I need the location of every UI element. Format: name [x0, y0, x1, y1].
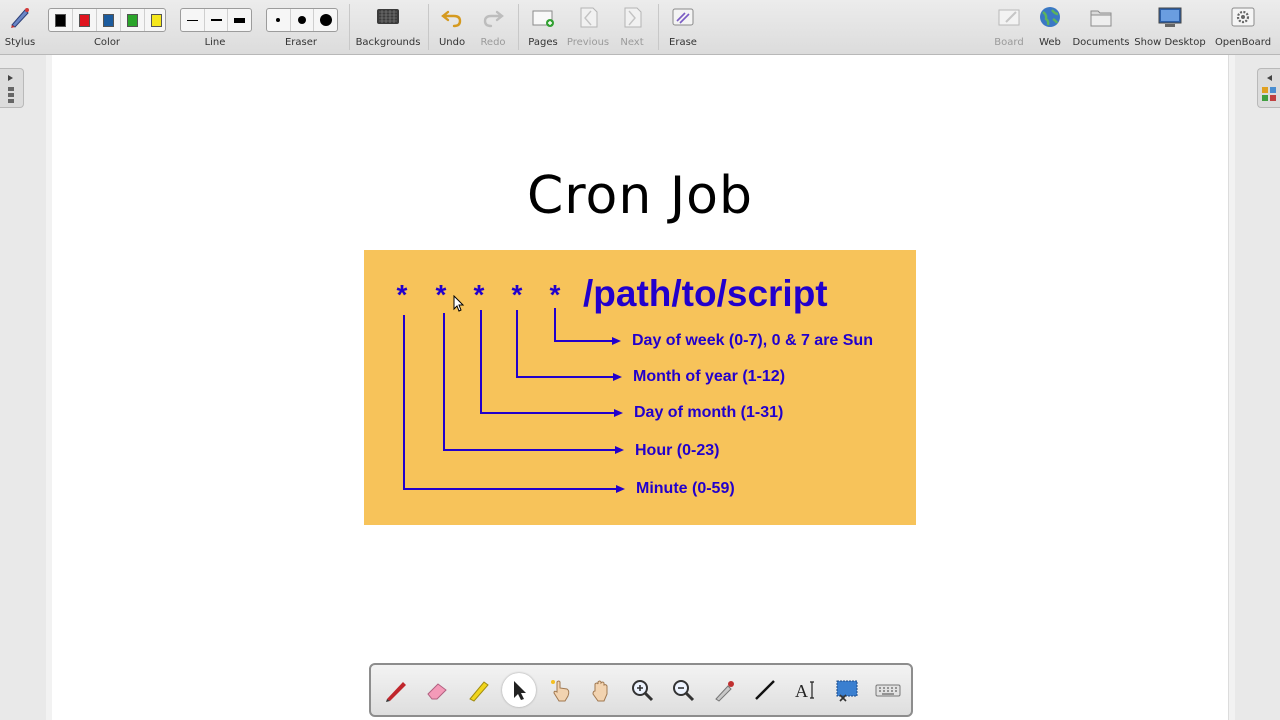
- web-label: Web: [1039, 37, 1061, 48]
- board-label: Board: [994, 37, 1024, 48]
- previous-label: Previous: [566, 37, 610, 48]
- show-desktop-label: Show Desktop: [1134, 37, 1206, 48]
- keyboard-tool-button[interactable]: [871, 673, 905, 707]
- eraser-icon: [427, 683, 447, 700]
- selector-tool-button[interactable]: [502, 673, 536, 707]
- next-button[interactable]: Next: [614, 2, 650, 52]
- globe-icon: [1040, 7, 1060, 27]
- undo-label: Undo: [438, 37, 466, 48]
- stylus-label: Stylus: [4, 37, 36, 48]
- selector-icon: [514, 681, 526, 700]
- field-day-of-week: Day of week (0-7), 0 & 7 are Sun: [632, 332, 873, 349]
- connector-lines: [403, 308, 620, 490]
- line-label: Line: [204, 37, 226, 48]
- color-group: Color: [80, 2, 134, 52]
- top-toolbar: Stylus Color Line Eraser Backgrounds Und…: [0, 0, 1280, 55]
- right-palette-toggle[interactable]: [1257, 68, 1280, 108]
- cron-syntax-diagram: * * * * * /path/to/script Day of week (0…: [364, 250, 916, 525]
- screen-capture-tool-button[interactable]: [830, 673, 864, 707]
- text-tool-button[interactable]: A: [789, 673, 823, 707]
- openboard-menu-button[interactable]: OpenBoard: [1209, 2, 1277, 52]
- pen-icon: [386, 682, 406, 702]
- redo-icon: [483, 10, 504, 28]
- zoom-out-icon: [673, 680, 695, 702]
- pen-tool-button[interactable]: [379, 673, 413, 707]
- pages-panel-icon: [8, 75, 14, 103]
- board-button[interactable]: Board: [991, 2, 1027, 52]
- field-hour: Hour (0-23): [635, 442, 719, 459]
- cron-diagram-graphic: * * * * * /path/to/script Day of week (0…: [397, 273, 873, 497]
- mouse-cursor-icon: [453, 295, 465, 312]
- erase-button[interactable]: Erase: [664, 2, 702, 52]
- pages-label: Pages: [528, 37, 558, 48]
- redo-button[interactable]: Redo: [476, 2, 510, 52]
- gear-icon: [1231, 7, 1255, 27]
- star-hour: *: [436, 279, 447, 310]
- color-black[interactable]: [49, 9, 73, 31]
- star-day-of-week: *: [550, 279, 561, 310]
- highlighter-tool-button[interactable]: [461, 673, 495, 707]
- stylus-icon: [11, 8, 29, 28]
- eraser-tool-button[interactable]: [420, 673, 454, 707]
- screen-capture-icon: [836, 680, 858, 702]
- keyboard-icon: [875, 684, 901, 697]
- previous-button[interactable]: Previous: [566, 2, 610, 52]
- folder-icon: [1090, 10, 1112, 27]
- text-icon: A: [795, 681, 814, 701]
- laser-pointer-icon: [551, 680, 570, 702]
- board-edge-right: [1228, 55, 1235, 720]
- star-month: *: [512, 279, 523, 310]
- star-day-of-month: *: [474, 279, 485, 310]
- documents-label: Documents: [1072, 37, 1130, 48]
- color-yellow[interactable]: [145, 9, 168, 31]
- line-tool-button[interactable]: [748, 673, 782, 707]
- documents-button[interactable]: Documents: [1072, 2, 1130, 52]
- hand-tool-button[interactable]: [584, 673, 618, 707]
- eraser-label: Eraser: [284, 37, 318, 48]
- interact-tool-button[interactable]: [543, 673, 577, 707]
- stylus-button[interactable]: Stylus: [2, 2, 38, 52]
- redo-label: Redo: [480, 37, 506, 48]
- field-day-of-month: Day of month (1-31): [634, 404, 783, 421]
- backgrounds-button[interactable]: Backgrounds: [355, 2, 421, 52]
- capture-pen-icon: [715, 681, 734, 702]
- board-icon: [998, 9, 1020, 26]
- field-minute: Minute (0-59): [636, 480, 735, 497]
- zoom-in-icon: [632, 680, 654, 702]
- svg-text:A: A: [795, 681, 808, 701]
- add-page-icon: [532, 10, 554, 27]
- previous-page-icon: [580, 7, 598, 28]
- library-panel-icon: [1262, 75, 1276, 101]
- stylus-palette: A: [369, 663, 913, 717]
- backgrounds-label: Backgrounds: [355, 37, 421, 48]
- highlighter-icon: [469, 681, 489, 702]
- erase-board-icon: [672, 8, 694, 26]
- next-page-icon: [624, 7, 642, 28]
- web-button[interactable]: Web: [1033, 2, 1067, 52]
- arrowheads: [612, 337, 625, 493]
- eraser-group: Eraser: [274, 2, 328, 52]
- left-palette-toggle[interactable]: [0, 68, 24, 108]
- next-label: Next: [620, 37, 644, 48]
- backgrounds-icon: [377, 9, 399, 24]
- undo-icon: [441, 10, 462, 28]
- openboard-label: OpenBoard: [1214, 37, 1272, 48]
- page-title: Cron Job: [526, 166, 753, 226]
- undo-button[interactable]: Undo: [434, 2, 470, 52]
- star-minute: *: [397, 279, 408, 310]
- pages-button[interactable]: Pages: [524, 2, 562, 52]
- capture-pen-tool-button[interactable]: [707, 673, 741, 707]
- line-icon: [755, 680, 775, 700]
- hand-icon: [592, 680, 608, 702]
- erase-label: Erase: [669, 37, 697, 48]
- field-month: Month of year (1-12): [633, 368, 785, 385]
- command-path: /path/to/script: [583, 273, 828, 314]
- color-label: Color: [93, 37, 121, 48]
- zoom-in-tool-button[interactable]: [625, 673, 659, 707]
- desktop-icon: [1158, 7, 1182, 27]
- show-desktop-button[interactable]: Show Desktop: [1134, 2, 1206, 52]
- zoom-out-tool-button[interactable]: [666, 673, 700, 707]
- line-group: Line: [188, 2, 242, 52]
